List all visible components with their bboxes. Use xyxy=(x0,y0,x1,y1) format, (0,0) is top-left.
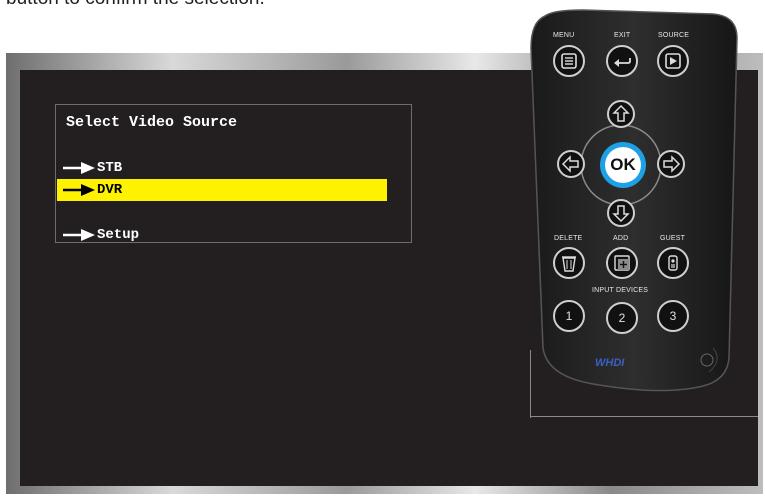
exit-button-label: EXIT xyxy=(614,32,631,39)
delete-button-label: DELETE xyxy=(554,235,583,242)
arrow-right-icon xyxy=(63,184,95,196)
menu-item-setup[interactable]: Setup xyxy=(57,224,387,246)
menu-item-dvr[interactable]: DVR xyxy=(57,179,387,201)
input-device-1-label: 1 xyxy=(565,309,573,323)
menu-title: Select Video Source xyxy=(66,114,238,131)
input-device-2-button[interactable]: 2 xyxy=(606,302,638,334)
arrow-right-icon xyxy=(63,229,95,241)
arrow-up-button[interactable] xyxy=(606,99,636,129)
arrow-right-button[interactable] xyxy=(656,149,686,179)
arrow-right-icon xyxy=(63,162,95,174)
guest-button-label: GUEST xyxy=(660,235,686,242)
exit-button[interactable] xyxy=(605,44,639,78)
input-device-2-label: 2 xyxy=(618,311,626,325)
menu-item-label: DVR xyxy=(97,182,123,198)
add-button[interactable] xyxy=(605,246,639,280)
menu-item-label: STB xyxy=(97,160,123,176)
ok-button-face: OK xyxy=(605,147,641,183)
ok-button[interactable]: OK xyxy=(600,142,646,188)
input-device-3-label: 3 xyxy=(669,309,677,323)
menu-button[interactable] xyxy=(552,44,586,78)
source-button[interactable] xyxy=(656,44,690,78)
whdi-logo: WHDI xyxy=(595,357,625,369)
add-button-label: ADD xyxy=(613,235,629,242)
arrow-down-button[interactable] xyxy=(606,198,636,228)
menu-item-stb[interactable]: STB xyxy=(57,157,387,179)
page-caption: button to confirm the selection. xyxy=(6,0,265,10)
delete-button[interactable] xyxy=(552,246,586,280)
source-button-label: SOURCE xyxy=(658,32,690,39)
panel-divider xyxy=(530,416,758,417)
guest-button[interactable] xyxy=(656,246,690,280)
input-device-3-button[interactable]: 3 xyxy=(657,300,689,332)
menu-button-label: MENU xyxy=(553,32,575,39)
arrow-left-button[interactable] xyxy=(556,149,586,179)
input-devices-label: INPUT DEVICES xyxy=(592,287,649,294)
ok-button-label: OK xyxy=(610,155,636,174)
menu-item-label: Setup xyxy=(97,227,140,243)
input-device-1-button[interactable]: 1 xyxy=(553,300,585,332)
